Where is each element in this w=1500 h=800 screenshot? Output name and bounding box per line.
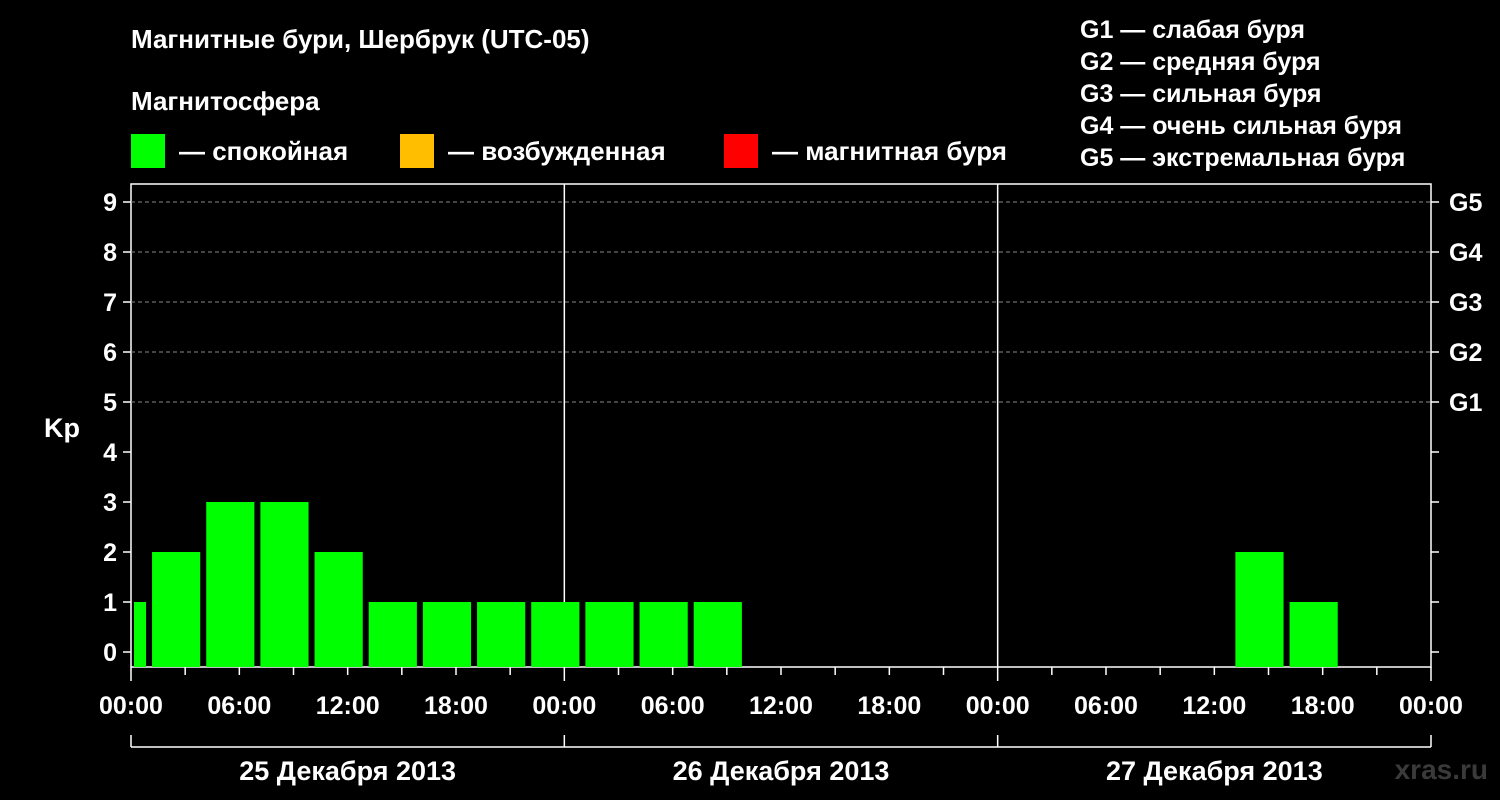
day-label: 25 Декабря 2013	[239, 756, 456, 786]
kp-bar	[639, 602, 688, 667]
kp-bar	[1289, 602, 1338, 667]
x-tick-label: 06:00	[207, 692, 271, 720]
y-tick-label: 0	[103, 639, 117, 667]
x-tick-label: 00:00	[966, 692, 1030, 720]
kp-bar	[152, 552, 201, 667]
y-tick-label: 8	[103, 239, 117, 267]
right-axis-label: G3	[1449, 289, 1482, 317]
x-tick-label: 12:00	[316, 692, 380, 720]
y-axis-label: Kp	[44, 413, 80, 443]
x-tick-label: 06:00	[641, 692, 705, 720]
kp-bar	[693, 602, 742, 667]
kp-bar	[531, 602, 580, 667]
x-tick-label: 18:00	[1291, 692, 1355, 720]
right-axis-label: G1	[1449, 389, 1482, 417]
y-tick-label: 4	[103, 439, 117, 467]
x-tick-label: 00:00	[532, 692, 596, 720]
kp-bar	[1235, 552, 1284, 667]
kp-bar	[585, 602, 634, 667]
day-label: 26 Декабря 2013	[673, 756, 890, 786]
kp-bar	[422, 602, 472, 667]
y-tick-label: 3	[103, 489, 117, 517]
kp-bar	[206, 502, 255, 667]
x-tick-label: 12:00	[749, 692, 813, 720]
right-axis-label: G5	[1449, 189, 1482, 217]
y-tick-label: 1	[103, 589, 117, 617]
x-tick-label: 00:00	[1399, 692, 1463, 720]
kp-bar	[134, 602, 147, 667]
y-tick-label: 5	[103, 389, 117, 417]
kp-bar	[368, 602, 417, 667]
y-tick-label: 9	[103, 189, 117, 217]
right-axis-label: G2	[1449, 339, 1482, 367]
right-axis-label: G4	[1449, 239, 1482, 267]
kp-chart: 0 1 2 3 4 5 6 7 8 9 Kp G1 G2 G3 G4 G5 00:00 06:00 12:00 18:…	[44, 183, 1482, 786]
x-tick-label: 00:00	[99, 692, 163, 720]
y-tick-label: 6	[103, 339, 117, 367]
kp-bar	[314, 552, 363, 667]
day-label: 27 Декабря 2013	[1106, 756, 1323, 786]
watermark: xras.ru	[1394, 754, 1488, 785]
x-tick-label: 18:00	[424, 692, 488, 720]
kp-bar	[260, 502, 309, 667]
y-tick-label: 2	[103, 539, 117, 567]
y-tick-label: 7	[103, 289, 117, 317]
x-tick-label: 18:00	[857, 692, 921, 720]
kp-bar	[477, 602, 526, 667]
x-tick-label: 06:00	[1074, 692, 1138, 720]
x-tick-label: 12:00	[1182, 692, 1246, 720]
